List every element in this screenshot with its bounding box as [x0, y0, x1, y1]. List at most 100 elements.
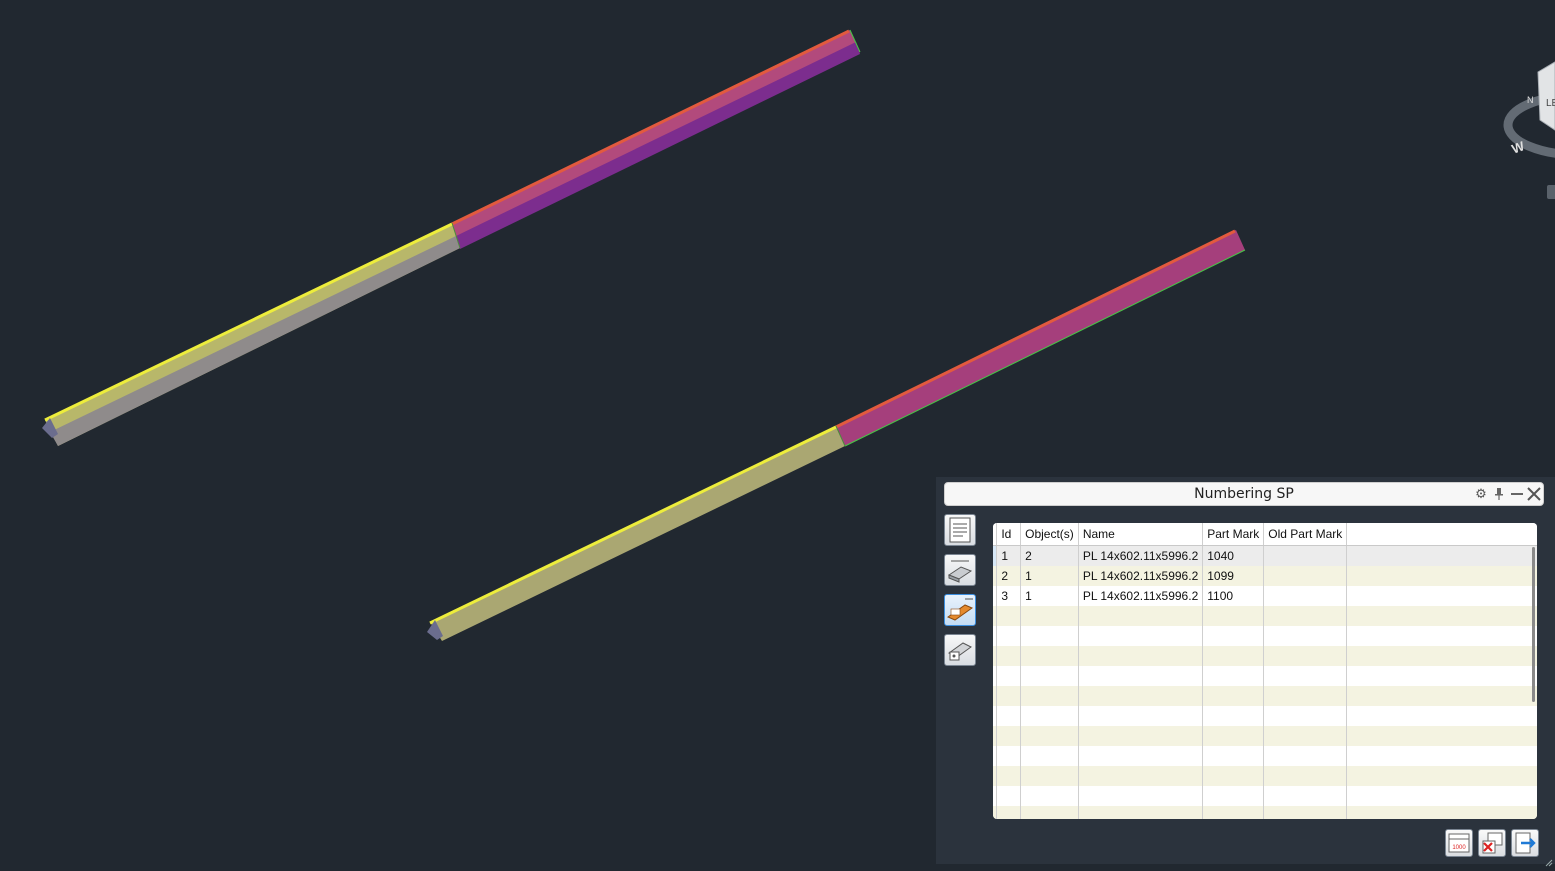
cell-old-part-mark[interactable]: [1263, 666, 1348, 686]
settings-gear-icon[interactable]: ⚙: [1473, 486, 1489, 502]
table-row-empty[interactable]: [993, 706, 1537, 726]
cell-part-mark[interactable]: 1100: [1202, 586, 1265, 606]
cell-objects[interactable]: [1020, 806, 1079, 819]
cell-name[interactable]: [1078, 666, 1204, 686]
table-row[interactable]: 1 2 PL 14x602.11x5996.2 1040: [993, 545, 1537, 566]
table-row-empty[interactable]: [993, 606, 1537, 626]
cell-id[interactable]: [996, 786, 1022, 806]
cell-name[interactable]: [1078, 606, 1204, 626]
table-row-empty[interactable]: [993, 746, 1537, 766]
cell-objects[interactable]: [1020, 686, 1079, 706]
cell-old-part-mark[interactable]: [1263, 606, 1348, 626]
cell-part-mark[interactable]: 1040: [1202, 545, 1265, 566]
cell-old-part-mark[interactable]: [1263, 746, 1348, 766]
cell-id[interactable]: [996, 686, 1022, 706]
cell-part-mark[interactable]: [1202, 686, 1265, 706]
cell-objects[interactable]: 2: [1020, 545, 1079, 566]
cell-part-mark[interactable]: [1202, 606, 1265, 626]
table-row-empty[interactable]: [993, 646, 1537, 666]
cell-old-part-mark[interactable]: [1263, 626, 1348, 646]
cell-id[interactable]: 3: [996, 586, 1022, 606]
cell-objects[interactable]: [1020, 646, 1079, 666]
part-mark-table[interactable]: Id Object(s) Name Part Mark Old Part Mar…: [993, 523, 1537, 819]
renumber-button[interactable]: 1000: [1445, 829, 1473, 857]
cell-old-part-mark[interactable]: [1263, 806, 1348, 819]
cell-name[interactable]: PL 14x602.11x5996.2: [1078, 566, 1204, 586]
cell-name[interactable]: [1078, 706, 1204, 726]
table-row[interactable]: 3 1 PL 14x602.11x5996.2 1100: [993, 586, 1537, 606]
cell-id[interactable]: [996, 726, 1022, 746]
cell-part-mark[interactable]: [1202, 666, 1265, 686]
delete-marks-button[interactable]: [1478, 829, 1506, 857]
viewcube-home-button[interactable]: [1547, 185, 1555, 199]
cell-objects[interactable]: [1020, 606, 1079, 626]
table-row-empty[interactable]: [993, 806, 1537, 819]
cell-old-part-mark[interactable]: [1263, 766, 1348, 786]
table-row-empty[interactable]: [993, 786, 1537, 806]
cell-part-mark[interactable]: [1202, 646, 1265, 666]
table-row[interactable]: 2 1 PL 14x602.11x5996.2 1099: [993, 566, 1537, 586]
table-scrollbar[interactable]: [1532, 547, 1535, 702]
cell-part-mark[interactable]: [1202, 766, 1265, 786]
column-header-objects[interactable]: Object(s): [1020, 523, 1079, 546]
cell-old-part-mark[interactable]: [1263, 686, 1348, 706]
cell-part-mark[interactable]: [1202, 786, 1265, 806]
cell-objects[interactable]: 1: [1020, 586, 1079, 606]
resize-grip[interactable]: [1543, 852, 1553, 867]
close-icon[interactable]: [1526, 486, 1542, 502]
cell-objects[interactable]: [1020, 666, 1079, 686]
assembly-part-button[interactable]: [944, 634, 976, 666]
cell-objects[interactable]: [1020, 766, 1079, 786]
cell-id[interactable]: [996, 626, 1022, 646]
cell-id[interactable]: [996, 806, 1022, 819]
cell-objects[interactable]: [1020, 726, 1079, 746]
cell-id[interactable]: [996, 646, 1022, 666]
cell-old-part-mark[interactable]: [1263, 706, 1348, 726]
cell-id[interactable]: [996, 606, 1022, 626]
table-row-empty[interactable]: [993, 686, 1537, 706]
beam-lower-segment-2[interactable]: [836, 230, 1245, 446]
cell-part-mark[interactable]: [1202, 806, 1265, 819]
cell-name[interactable]: [1078, 786, 1204, 806]
cell-id[interactable]: [996, 666, 1022, 686]
pin-icon[interactable]: [1491, 486, 1507, 502]
cell-part-mark[interactable]: [1202, 626, 1265, 646]
export-button[interactable]: [1511, 829, 1539, 857]
column-header-name[interactable]: Name: [1078, 523, 1204, 546]
cell-name[interactable]: [1078, 746, 1204, 766]
cell-id[interactable]: [996, 706, 1022, 726]
table-row-empty[interactable]: [993, 626, 1537, 646]
cell-id[interactable]: 2: [996, 566, 1022, 586]
numbering-button[interactable]: [944, 594, 976, 626]
column-header-id[interactable]: Id: [996, 523, 1022, 546]
beam-lower-segment-1[interactable]: [430, 426, 845, 641]
viewcube-cube[interactable]: [1537, 61, 1555, 131]
column-header-old-part-mark[interactable]: Old Part Mark: [1263, 523, 1348, 546]
cell-name[interactable]: [1078, 726, 1204, 746]
cell-name[interactable]: [1078, 626, 1204, 646]
cell-id[interactable]: [996, 766, 1022, 786]
cell-old-part-mark[interactable]: [1263, 566, 1348, 586]
cell-objects[interactable]: [1020, 786, 1079, 806]
cell-old-part-mark[interactable]: [1263, 545, 1348, 566]
beam-upper[interactable]: [42, 29, 861, 446]
cell-id[interactable]: [996, 746, 1022, 766]
palette-titlebar[interactable]: Numbering SP ⚙: [944, 482, 1544, 506]
cell-old-part-mark[interactable]: [1263, 786, 1348, 806]
cell-part-mark[interactable]: 1099: [1202, 566, 1265, 586]
viewcube[interactable]: LEF W N: [1503, 61, 1555, 199]
cell-objects[interactable]: [1020, 746, 1079, 766]
minimize-icon[interactable]: [1509, 486, 1525, 502]
cell-name[interactable]: [1078, 766, 1204, 786]
cell-name[interactable]: [1078, 646, 1204, 666]
cell-old-part-mark[interactable]: [1263, 586, 1348, 606]
cell-part-mark[interactable]: [1202, 706, 1265, 726]
cell-old-part-mark[interactable]: [1263, 726, 1348, 746]
cell-name[interactable]: [1078, 686, 1204, 706]
cell-name[interactable]: PL 14x602.11x5996.2: [1078, 545, 1204, 566]
plate-part-button[interactable]: [944, 554, 976, 586]
table-row-empty[interactable]: [993, 666, 1537, 686]
cell-part-mark[interactable]: [1202, 726, 1265, 746]
column-header-part-mark[interactable]: Part Mark: [1202, 523, 1265, 546]
cell-objects[interactable]: [1020, 706, 1079, 726]
